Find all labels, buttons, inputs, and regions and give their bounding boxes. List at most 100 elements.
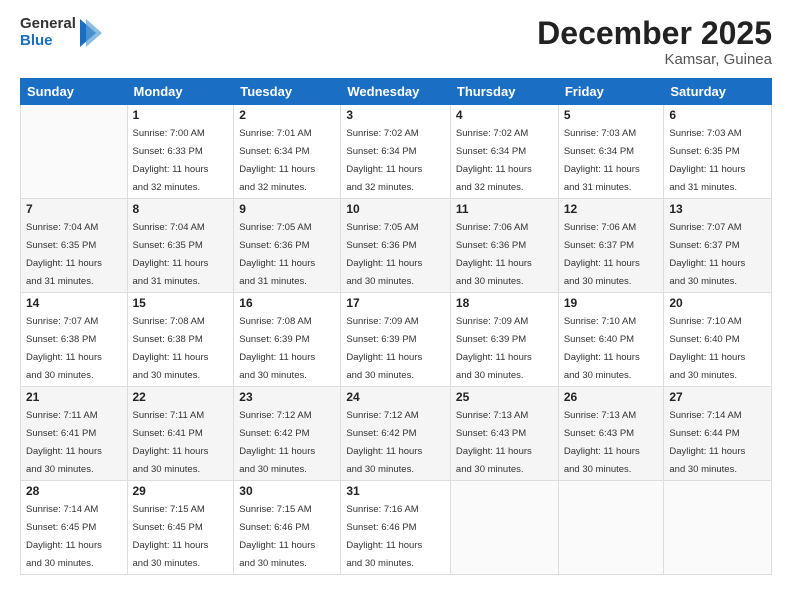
- page: General Blue December 2025 Kamsar, Guine…: [0, 0, 792, 612]
- calendar-day-cell: 24 Sunrise: 7:12 AMSunset: 6:42 PMDayligh…: [341, 387, 451, 481]
- day-number: 30: [239, 484, 335, 498]
- day-info: Sunrise: 7:09 AMSunset: 6:39 PMDaylight:…: [456, 316, 532, 381]
- calendar-day-cell: 1 Sunrise: 7:00 AMSunset: 6:33 PMDaylight…: [127, 105, 234, 199]
- calendar-day-cell: 12Sunrise: 7:06 AMSunset: 6:37 PMDayligh…: [558, 199, 664, 293]
- day-info: Sunrise: 7:03 AMSunset: 6:35 PMDaylight:…: [669, 128, 745, 193]
- calendar-day-cell: 2 Sunrise: 7:01 AMSunset: 6:34 PMDaylight…: [234, 105, 341, 199]
- calendar-day-cell: [450, 481, 558, 575]
- day-number: 19: [564, 296, 659, 310]
- calendar-day-cell: 25 Sunrise: 7:13 AMSunset: 6:43 PMDayligh…: [450, 387, 558, 481]
- day-info: Sunrise: 7:08 AMSunset: 6:39 PMDaylight:…: [239, 316, 315, 381]
- calendar-day-cell: 19 Sunrise: 7:10 AMSunset: 6:40 PMDayligh…: [558, 293, 664, 387]
- day-number: 27: [669, 390, 766, 404]
- calendar-week-row: 28 Sunrise: 7:14 AMSunset: 6:45 PMDayligh…: [21, 481, 772, 575]
- calendar-day-cell: 17Sunrise: 7:09 AMSunset: 6:39 PMDayligh…: [341, 293, 451, 387]
- day-number: 21: [26, 390, 122, 404]
- day-number: 25: [456, 390, 553, 404]
- calendar-day-cell: 27 Sunrise: 7:14 AMSunset: 6:44 PMDayligh…: [664, 387, 772, 481]
- calendar-day-cell: 6 Sunrise: 7:03 AMSunset: 6:35 PMDaylight…: [664, 105, 772, 199]
- day-number: 5: [564, 108, 659, 122]
- day-info: Sunrise: 7:02 AMSunset: 6:34 PMDaylight:…: [456, 128, 532, 193]
- day-number: 14: [26, 296, 122, 310]
- calendar-day-cell: 26 Sunrise: 7:13 AMSunset: 6:43 PMDayligh…: [558, 387, 664, 481]
- calendar-day-cell: 21 Sunrise: 7:11 AMSunset: 6:41 PMDayligh…: [21, 387, 128, 481]
- calendar-day-cell: 11 Sunrise: 7:06 AMSunset: 6:36 PMDayligh…: [450, 199, 558, 293]
- day-info: Sunrise: 7:04 AMSunset: 6:35 PMDaylight:…: [133, 222, 209, 287]
- day-number: 28: [26, 484, 122, 498]
- weekday-header-cell: Saturday: [664, 79, 772, 105]
- day-info: Sunrise: 7:03 AMSunset: 6:34 PMDaylight:…: [564, 128, 640, 193]
- calendar-day-cell: 18 Sunrise: 7:09 AMSunset: 6:39 PMDayligh…: [450, 293, 558, 387]
- title-area: December 2025 Kamsar, Guinea: [537, 16, 772, 68]
- day-info: Sunrise: 7:07 AMSunset: 6:38 PMDaylight:…: [26, 316, 102, 381]
- day-number: 24: [346, 390, 445, 404]
- day-number: 29: [133, 484, 229, 498]
- day-number: 8: [133, 202, 229, 216]
- calendar-day-cell: 3 Sunrise: 7:02 AMSunset: 6:34 PMDaylight…: [341, 105, 451, 199]
- day-info: Sunrise: 7:11 AMSunset: 6:41 PMDaylight:…: [133, 410, 209, 475]
- calendar-day-cell: 5 Sunrise: 7:03 AMSunset: 6:34 PMDaylight…: [558, 105, 664, 199]
- day-info: Sunrise: 7:13 AMSunset: 6:43 PMDaylight:…: [564, 410, 640, 475]
- day-info: Sunrise: 7:13 AMSunset: 6:43 PMDaylight:…: [456, 410, 532, 475]
- day-info: Sunrise: 7:04 AMSunset: 6:35 PMDaylight:…: [26, 222, 102, 287]
- calendar-day-cell: 4 Sunrise: 7:02 AMSunset: 6:34 PMDaylight…: [450, 105, 558, 199]
- calendar-day-cell: 9 Sunrise: 7:05 AMSunset: 6:36 PMDaylight…: [234, 199, 341, 293]
- day-number: 1: [133, 108, 229, 122]
- weekday-header-cell: Tuesday: [234, 79, 341, 105]
- day-number: 26: [564, 390, 659, 404]
- day-number: 10: [346, 202, 445, 216]
- day-info: Sunrise: 7:02 AMSunset: 6:34 PMDaylight:…: [346, 128, 422, 193]
- day-number: 2: [239, 108, 335, 122]
- calendar-day-cell: 30 Sunrise: 7:15 AMSunset: 6:46 PMDayligh…: [234, 481, 341, 575]
- calendar-day-cell: 28 Sunrise: 7:14 AMSunset: 6:45 PMDayligh…: [21, 481, 128, 575]
- day-number: 9: [239, 202, 335, 216]
- calendar-week-row: 7 Sunrise: 7:04 AMSunset: 6:35 PMDaylight…: [21, 199, 772, 293]
- day-info: Sunrise: 7:14 AMSunset: 6:44 PMDaylight:…: [669, 410, 745, 475]
- calendar-day-cell: 14 Sunrise: 7:07 AMSunset: 6:38 PMDayligh…: [21, 293, 128, 387]
- calendar-day-cell: 10 Sunrise: 7:05 AMSunset: 6:36 PMDayligh…: [341, 199, 451, 293]
- calendar-day-cell: 8 Sunrise: 7:04 AMSunset: 6:35 PMDaylight…: [127, 199, 234, 293]
- day-info: Sunrise: 7:15 AMSunset: 6:46 PMDaylight:…: [239, 504, 315, 569]
- calendar-day-cell: [558, 481, 664, 575]
- day-info: Sunrise: 7:08 AMSunset: 6:38 PMDaylight:…: [133, 316, 209, 381]
- day-info: Sunrise: 7:05 AMSunset: 6:36 PMDaylight:…: [239, 222, 315, 287]
- day-number: 4: [456, 108, 553, 122]
- day-number: 3: [346, 108, 445, 122]
- day-number: 31: [346, 484, 445, 498]
- month-title: December 2025: [537, 16, 772, 51]
- day-info: Sunrise: 7:00 AMSunset: 6:33 PMDaylight:…: [133, 128, 209, 193]
- calendar-day-cell: 13 Sunrise: 7:07 AMSunset: 6:37 PMDayligh…: [664, 199, 772, 293]
- day-info: Sunrise: 7:06 AMSunset: 6:36 PMDaylight:…: [456, 222, 532, 287]
- logo: General Blue: [20, 16, 102, 49]
- day-info: Sunrise: 7:16 AMSunset: 6:46 PMDaylight:…: [346, 504, 422, 569]
- calendar-day-cell: [21, 105, 128, 199]
- logo-blue: Blue: [20, 33, 76, 50]
- weekday-header-row: SundayMondayTuesdayWednesdayThursdayFrid…: [21, 79, 772, 105]
- calendar-day-cell: 16Sunrise: 7:08 AMSunset: 6:39 PMDayligh…: [234, 293, 341, 387]
- day-number: 22: [133, 390, 229, 404]
- calendar-day-cell: 20Sunrise: 7:10 AMSunset: 6:40 PMDayligh…: [664, 293, 772, 387]
- weekday-header-cell: Wednesday: [341, 79, 451, 105]
- calendar-day-cell: 23Sunrise: 7:12 AMSunset: 6:42 PMDayligh…: [234, 387, 341, 481]
- day-number: 11: [456, 202, 553, 216]
- day-number: 7: [26, 202, 122, 216]
- logo-general: General: [20, 16, 76, 33]
- day-info: Sunrise: 7:07 AMSunset: 6:37 PMDaylight:…: [669, 222, 745, 287]
- location-subtitle: Kamsar, Guinea: [537, 51, 772, 68]
- day-info: Sunrise: 7:12 AMSunset: 6:42 PMDaylight:…: [346, 410, 422, 475]
- day-number: 18: [456, 296, 553, 310]
- day-number: 6: [669, 108, 766, 122]
- day-info: Sunrise: 7:11 AMSunset: 6:41 PMDaylight:…: [26, 410, 102, 475]
- day-info: Sunrise: 7:05 AMSunset: 6:36 PMDaylight:…: [346, 222, 422, 287]
- day-info: Sunrise: 7:15 AMSunset: 6:45 PMDaylight:…: [133, 504, 209, 569]
- calendar-day-cell: 7 Sunrise: 7:04 AMSunset: 6:35 PMDaylight…: [21, 199, 128, 293]
- day-info: Sunrise: 7:06 AMSunset: 6:37 PMDaylight:…: [564, 222, 640, 287]
- day-info: Sunrise: 7:01 AMSunset: 6:34 PMDaylight:…: [239, 128, 315, 193]
- weekday-header-cell: Friday: [558, 79, 664, 105]
- day-info: Sunrise: 7:14 AMSunset: 6:45 PMDaylight:…: [26, 504, 102, 569]
- calendar-table: SundayMondayTuesdayWednesdayThursdayFrid…: [20, 78, 772, 575]
- calendar-day-cell: 31 Sunrise: 7:16 AMSunset: 6:46 PMDayligh…: [341, 481, 451, 575]
- day-info: Sunrise: 7:10 AMSunset: 6:40 PMDaylight:…: [564, 316, 640, 381]
- day-number: 13: [669, 202, 766, 216]
- day-info: Sunrise: 7:09 AMSunset: 6:39 PMDaylight:…: [346, 316, 422, 381]
